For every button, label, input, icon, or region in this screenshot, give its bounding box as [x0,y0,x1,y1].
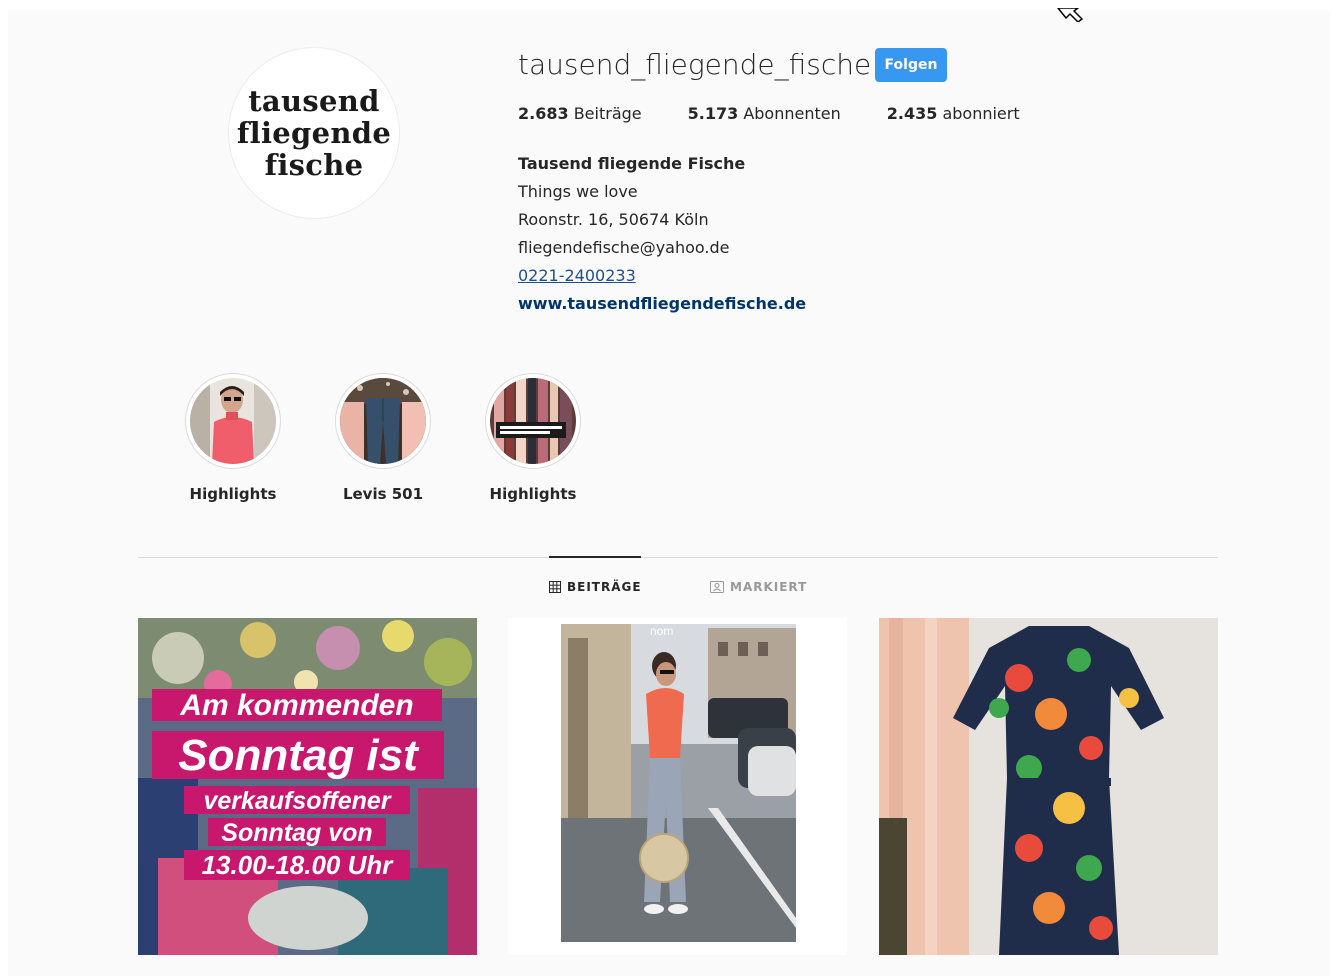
highlight-label: Levis 501 [342,485,424,503]
tab-posts[interactable]: BEITRÄGE [549,580,642,594]
highlight-label: Highlights [489,485,577,503]
post-thumbnail[interactable]: nom [508,618,847,955]
follow-button[interactable]: Folgen [875,48,947,82]
bio-phone-link[interactable]: 0221-2400233 [518,266,636,285]
profile-avatar[interactable]: tausend fliegende fische [228,47,400,219]
posts-count-stat: 2.683 Beiträge [518,104,642,123]
post-thumbnail[interactable] [879,618,1218,955]
avatar-logo: tausend fliegende fische [236,84,392,182]
post-overlay-text: Am kommenden [179,689,413,722]
tabs-divider [138,557,1218,558]
followers-count-stat[interactable]: 5.173 Abonnenten [688,104,841,123]
following-count-stat[interactable]: 2.435 abonniert [887,104,1020,123]
active-tab-indicator [549,556,641,558]
highlight-label: Highlights [189,485,277,503]
post-thumbnail[interactable]: Am kommenden Sonntag ist verkaufsoffener… [138,618,477,955]
bio-address: Roonstr. 16, 50674 Köln [518,210,709,229]
mouse-cursor-icon [1057,8,1084,22]
highlight-cover [185,373,281,469]
post-overlay-text: verkaufsoffener [203,787,391,815]
post-overlay-text: Sonntag von [221,819,372,847]
bio-line: Things we love [518,182,638,201]
tab-tagged[interactable]: MARKIERT [710,580,807,594]
bio-email: fliegendefische@yahoo.de [518,238,730,257]
post-sign-text: nom [650,624,673,638]
profile-display-name: Tausend fliegende Fische [518,154,746,173]
highlight-cover [335,373,431,469]
post-overlay-text: Sonntag ist [178,731,420,780]
profile-page: tausend fliegende fische tausend_fliegen… [8,8,1330,976]
grid-icon [549,581,561,593]
highlight-cover [485,373,581,469]
tagged-icon [710,581,724,593]
profile-username: tausend_fliegende_fische [518,48,872,81]
highlight-item[interactable]: Levis 501 [308,373,458,503]
bio-website-link[interactable]: www.tausendfliegendefische.de [518,294,806,313]
highlight-item[interactable]: Highlights [158,373,308,503]
post-overlay-text: 13.00-18.00 Uhr [202,850,395,880]
profile-stats: 2.683 Beiträge 5.173 Abonnenten 2.435 ab… [518,104,1066,123]
profile-bio: Tausend fliegende Fische Things we love … [518,150,806,318]
highlight-item[interactable]: Highlights [458,373,608,503]
